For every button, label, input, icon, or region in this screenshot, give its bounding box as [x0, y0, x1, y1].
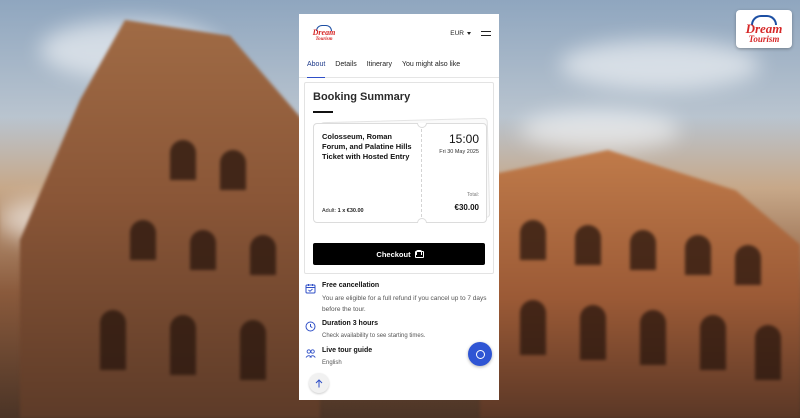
brand-logo-line2: Tourism: [748, 33, 780, 44]
total-label: Total:: [467, 192, 479, 198]
adult-value: 1 x €30.00: [337, 208, 364, 214]
feature-description: You are eligible for a full refund if yo…: [322, 295, 487, 313]
checkout-label: Checkout: [376, 249, 411, 259]
brand-logo-line2: Tourism: [315, 36, 333, 42]
brand-logo[interactable]: Dream Tourism: [309, 24, 339, 42]
mobile-header: Dream Tourism EUR: [299, 14, 499, 52]
booking-summary-card: Booking Summary Colosseum, Roman Forum, …: [304, 82, 494, 274]
tab-bar: About Details Itinerary You might also l…: [299, 52, 499, 78]
brand-logo-corner[interactable]: Dream Tourism: [736, 10, 792, 48]
adult-price-line: Adult: 1 x €30.00: [322, 208, 364, 214]
feature-live-guide: Live tour guide English: [305, 347, 493, 369]
feature-description: Check availability to see starting times…: [322, 333, 426, 339]
people-icon: [305, 348, 316, 359]
scroll-to-top-button[interactable]: [309, 373, 329, 393]
tab-details[interactable]: Details: [335, 52, 356, 78]
lock-icon: [414, 250, 424, 258]
currency-selector[interactable]: EUR: [450, 30, 471, 37]
feature-free-cancellation: Free cancellation You are eligible for a…: [305, 282, 493, 315]
ticket-body: Colosseum, Roman Forum, and Palatine Hil…: [313, 123, 487, 223]
feature-title: Live tour guide: [322, 346, 373, 354]
adult-label: Adult:: [322, 208, 337, 214]
chat-button[interactable]: [468, 342, 492, 366]
title-underline: [313, 111, 333, 113]
hamburger-menu-icon[interactable]: [481, 30, 491, 36]
feature-duration: Duration 3 hours Check availability to s…: [305, 320, 493, 342]
currency-value: EUR: [450, 29, 464, 37]
booking-time: 15:00: [448, 132, 479, 146]
checkout-button[interactable]: Checkout: [313, 243, 485, 265]
product-name: Colosseum, Roman Forum, and Palatine Hil…: [322, 132, 412, 161]
chevron-down-icon: [467, 31, 471, 35]
calendar-check-icon: [305, 283, 316, 294]
clock-icon: [305, 321, 316, 332]
booking-date: Fri 30 May 2025: [439, 149, 479, 155]
total-price: €30.00: [454, 203, 479, 212]
brand-logo-line1: Dream: [745, 20, 783, 36]
feature-title: Free cancellation: [322, 282, 380, 289]
feature-title: Duration 3 hours: [322, 320, 379, 327]
chat-bubble-icon: [475, 349, 485, 359]
arrow-up-icon: [315, 378, 323, 387]
tab-you-might-also-like[interactable]: You might also like: [402, 52, 460, 78]
booking-summary-title: Booking Summary: [313, 91, 411, 103]
tab-itinerary[interactable]: Itinerary: [367, 52, 392, 78]
mobile-page: Dream Tourism EUR About Details Itinerar…: [299, 14, 499, 400]
tab-about[interactable]: About: [307, 52, 326, 78]
feature-description: English: [322, 359, 342, 366]
brand-logo-line1: Dream: [312, 27, 336, 37]
booking-ticket: Colosseum, Roman Forum, and Palatine Hil…: [313, 117, 491, 223]
